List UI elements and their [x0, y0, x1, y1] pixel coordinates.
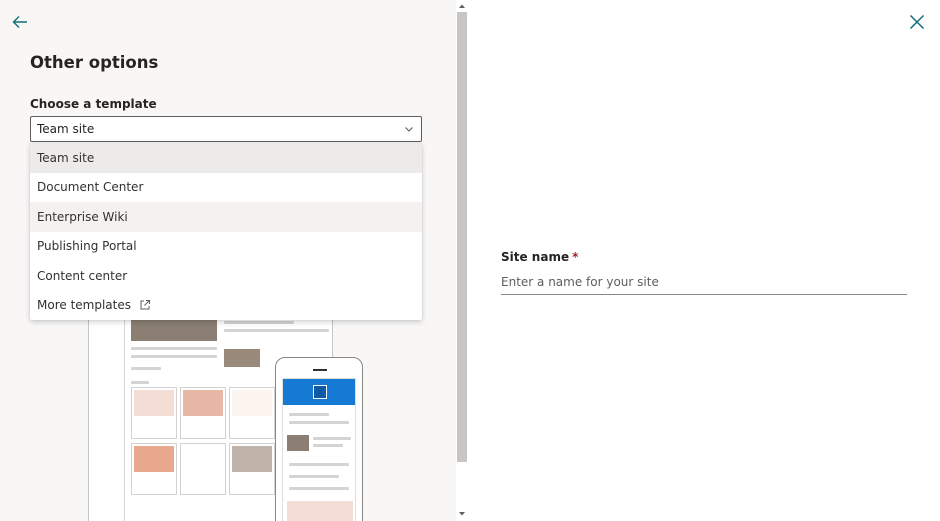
required-marker: *	[572, 250, 579, 264]
option-label: More templates	[37, 298, 131, 313]
scroll-down-arrow-icon[interactable]	[457, 510, 467, 518]
template-preview-mobile	[275, 357, 363, 521]
preview-thumb-image	[224, 349, 260, 367]
scrollbar-thumb[interactable]	[457, 12, 467, 462]
preview-line	[289, 421, 349, 424]
template-select[interactable]: Team site	[30, 116, 422, 142]
template-label: Choose a template	[30, 97, 157, 111]
scroll-up-arrow-icon[interactable]	[457, 2, 467, 10]
template-option-publishing-portal[interactable]: Publishing Portal	[30, 232, 422, 262]
preview-line	[224, 329, 329, 332]
site-name-label: Site name *	[501, 250, 578, 264]
close-button[interactable]	[907, 12, 927, 32]
preview-line	[289, 413, 329, 416]
left-pane: Other options Choose a template Team sit…	[0, 0, 456, 521]
preview-line	[289, 487, 349, 490]
preview-line	[313, 444, 343, 447]
template-option-team-site[interactable]: Team site	[30, 143, 422, 173]
phone-screen	[282, 378, 356, 521]
template-option-content-center[interactable]: Content center	[30, 261, 422, 291]
preview-card-image	[287, 501, 353, 521]
template-select-value: Team site	[37, 122, 95, 136]
option-label: Publishing Portal	[37, 239, 137, 254]
preview-line	[131, 367, 161, 370]
option-label: Content center	[37, 268, 128, 283]
site-name-label-text: Site name	[501, 250, 570, 264]
preview-hero-image	[131, 319, 217, 341]
template-option-enterprise-wiki[interactable]: Enterprise Wiki	[30, 202, 422, 232]
arrow-left-icon	[12, 16, 27, 28]
chevron-down-icon	[405, 127, 413, 132]
template-option-more-templates[interactable]: More templates	[30, 291, 422, 321]
preview-line	[313, 437, 351, 440]
preview-line	[131, 347, 217, 350]
close-icon	[909, 14, 925, 30]
option-label: Enterprise Wiki	[37, 209, 128, 224]
back-button[interactable]	[10, 12, 30, 32]
phone-speaker	[313, 369, 327, 371]
preview-thumb-image	[287, 435, 309, 451]
template-dropdown: Team site Document Center Enterprise Wik…	[30, 143, 422, 320]
option-label: Team site	[37, 150, 95, 165]
preview-card	[229, 443, 275, 495]
preview-card	[229, 387, 275, 439]
site-name-input[interactable]	[501, 270, 907, 295]
preview-line	[289, 475, 339, 478]
preview-line	[131, 355, 217, 358]
preview-line	[224, 321, 294, 324]
option-label: Document Center	[37, 180, 144, 195]
template-option-document-center[interactable]: Document Center	[30, 173, 422, 203]
open-in-new-window-icon	[140, 300, 150, 310]
page-title: Other options	[30, 53, 159, 72]
preview-card	[180, 387, 226, 439]
preview-line	[289, 463, 349, 466]
preview-card	[131, 387, 177, 439]
phone-site-logo	[313, 385, 327, 399]
preview-card	[180, 443, 226, 495]
preview-line	[131, 381, 149, 384]
preview-card	[131, 443, 177, 495]
